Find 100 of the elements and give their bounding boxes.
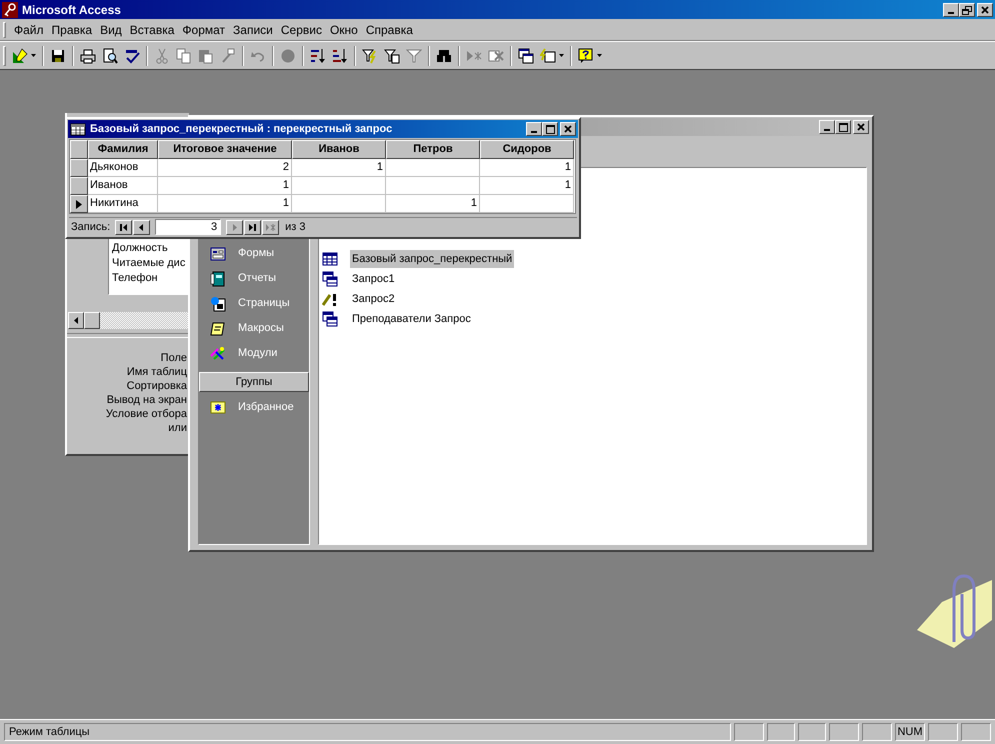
menu-item[interactable]: Справка <box>362 20 417 38</box>
scroll-left-button[interactable] <box>68 312 84 329</box>
column-header[interactable]: Итоговое значение <box>158 140 292 159</box>
query-list-item[interactable]: Запрос2 <box>350 290 397 308</box>
previous-record-button[interactable] <box>133 220 150 234</box>
status-panel <box>734 723 764 741</box>
scroll-icon <box>210 320 226 336</box>
query-list-item[interactable]: Базовый запрос_перекрестный <box>350 250 514 268</box>
record-count: из 3 <box>285 220 306 235</box>
datasheet-icon <box>70 121 86 137</box>
menu-item[interactable]: Формат <box>178 20 230 38</box>
funnel-icon <box>406 48 422 64</box>
status-panel <box>862 723 892 741</box>
menu-item[interactable]: Сервис <box>276 20 326 38</box>
copy-icon <box>176 48 192 64</box>
field-name[interactable]: Читаемые дис <box>112 256 189 271</box>
close-button[interactable] <box>560 122 576 136</box>
menu-item[interactable]: Правка <box>48 20 96 38</box>
maximize-button[interactable] <box>835 120 851 134</box>
close-button[interactable] <box>853 120 869 134</box>
row-selector[interactable] <box>70 177 88 195</box>
maximize-icon <box>837 122 849 132</box>
minimize-icon <box>824 129 830 131</box>
row-selector[interactable] <box>70 159 88 177</box>
table-cell: 1 <box>480 159 574 177</box>
first-record-icon <box>118 222 130 232</box>
menu-item[interactable]: Вид <box>96 20 126 38</box>
grid-row-label: или <box>168 421 187 435</box>
menu-item[interactable]: Окно <box>326 20 362 38</box>
status-text: Режим таблицы <box>4 723 731 741</box>
query-list-item[interactable]: Запрос1 <box>350 270 397 288</box>
minimize-button[interactable] <box>819 120 835 134</box>
grid-row-label: Поле <box>160 351 187 365</box>
table-cell: Никитина <box>88 195 158 213</box>
funnel-lightning-icon <box>362 48 378 64</box>
printer-icon <box>80 48 96 64</box>
restore-button[interactable] <box>959 2 975 16</box>
status-panel <box>961 723 991 741</box>
report-icon <box>210 270 226 286</box>
menu-item[interactable]: Записи <box>229 20 277 38</box>
status-panel <box>767 723 795 741</box>
group-item[interactable]: Избранное <box>199 396 309 418</box>
table-cell: 2 <box>158 159 292 177</box>
delete-record-icon <box>488 48 504 64</box>
horizontal-scrollbar[interactable] <box>68 312 189 329</box>
minimize-icon <box>948 12 954 14</box>
key-icon <box>2 2 18 18</box>
column-header[interactable]: Сидоров <box>480 140 574 159</box>
column-header[interactable]: Фамилия <box>88 140 158 159</box>
menu-item[interactable]: Файл <box>10 20 48 38</box>
row-selector[interactable] <box>70 195 88 213</box>
scroll-thumb[interactable] <box>84 312 100 329</box>
minimize-button[interactable] <box>943 2 959 16</box>
maximize-button[interactable] <box>542 122 558 136</box>
caret-icon <box>559 54 564 57</box>
maximize-icon <box>544 124 556 134</box>
sort-ascending-icon <box>310 48 326 64</box>
groups-button[interactable]: Группы <box>199 372 309 392</box>
module-icon <box>210 346 226 362</box>
menu-item[interactable]: Вставка <box>126 20 178 38</box>
spelling-check-icon <box>124 48 140 64</box>
column-header[interactable]: Петров <box>386 140 480 159</box>
select-query-icon <box>322 271 338 287</box>
restore-icon <box>961 4 973 14</box>
select-all-cell[interactable] <box>70 140 88 159</box>
query-list-item[interactable]: Преподаватели Запрос <box>350 310 473 328</box>
left-arrow-icon <box>74 317 78 324</box>
object-type-item[interactable]: Отчеты <box>199 266 309 291</box>
close-icon <box>562 124 574 134</box>
new-record-icon <box>265 222 276 232</box>
record-number-field[interactable]: 3 <box>155 219 222 235</box>
table-cell: Иванов <box>88 177 158 195</box>
object-type-item[interactable]: Макросы <box>199 316 309 341</box>
field-name[interactable]: Телефон <box>112 271 189 286</box>
field-name[interactable]: Должность <box>112 241 189 256</box>
table-cell: 1 <box>158 195 292 213</box>
window-title: Базовый запрос_перекрестный : перекрестный запрос <box>90 122 392 137</box>
current-record-icon <box>76 200 82 208</box>
object-type-item[interactable]: Модули <box>199 341 309 366</box>
last-record-button[interactable] <box>244 220 262 234</box>
object-type-item[interactable]: Страницы <box>199 291 309 316</box>
grid-row-label: Имя таблиц <box>126 365 187 379</box>
close-icon <box>855 122 867 132</box>
funnel-form-icon <box>384 48 400 64</box>
page-magnifier-icon <box>102 48 118 64</box>
pencil-exclamation-icon <box>322 291 338 307</box>
form-icon <box>210 246 226 262</box>
grid-row-label: Сортировка <box>126 379 187 393</box>
select-query-icon <box>322 311 338 327</box>
close-button[interactable] <box>977 2 993 16</box>
column-header[interactable]: Иванов <box>292 140 386 159</box>
scissors-icon <box>154 48 170 64</box>
object-type-item[interactable]: Формы <box>199 241 309 266</box>
first-record-button[interactable] <box>115 220 132 234</box>
ruler-pencil-icon <box>12 48 28 64</box>
table-cell: 1 <box>386 195 480 213</box>
paintbrush-icon <box>220 48 236 64</box>
close-icon <box>979 4 991 14</box>
minimize-button[interactable] <box>526 122 542 136</box>
app-title: Microsoft Access <box>22 2 121 18</box>
